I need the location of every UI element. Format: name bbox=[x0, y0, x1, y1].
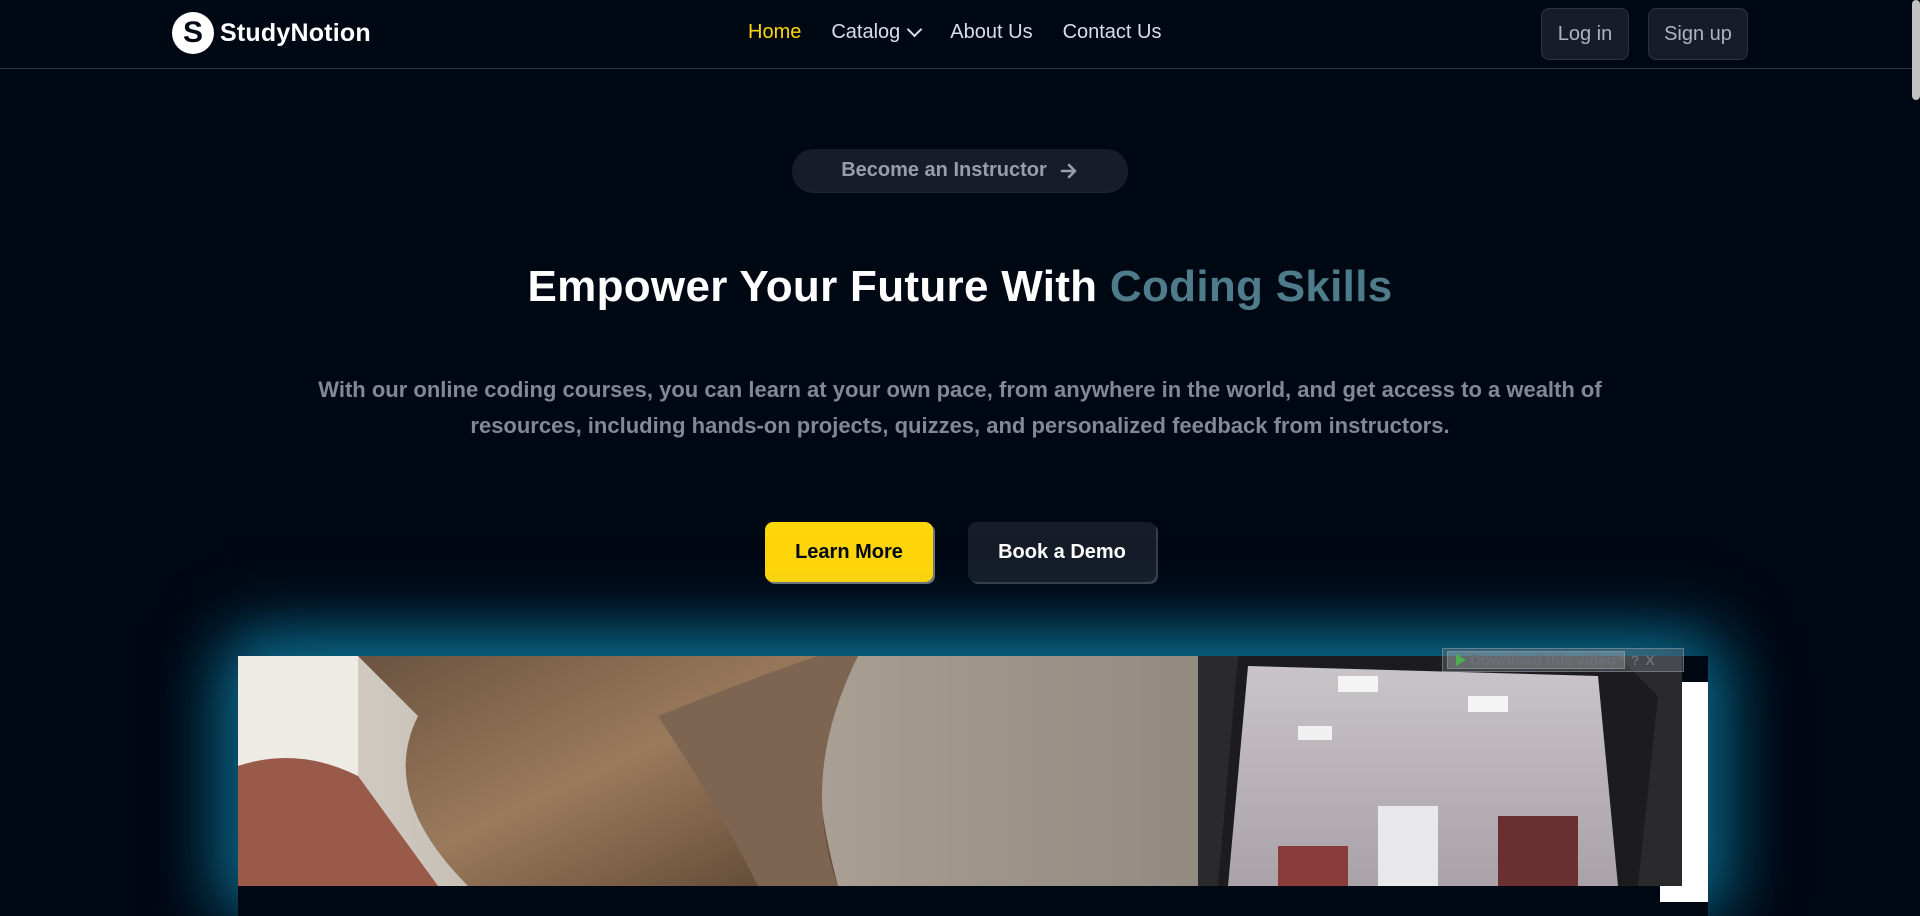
hero-title-highlight: Coding Skills bbox=[1109, 262, 1393, 311]
nav-links: Home Catalog About Us Contact Us bbox=[748, 21, 1162, 44]
login-button[interactable]: Log in bbox=[1541, 8, 1629, 60]
learn-more-button[interactable]: Learn More bbox=[765, 522, 933, 582]
nav-home[interactable]: Home bbox=[748, 21, 801, 44]
brand-name: StudyNotion bbox=[220, 18, 371, 47]
book-demo-button[interactable]: Book a Demo bbox=[968, 522, 1156, 582]
nav-catalog[interactable]: Catalog bbox=[831, 21, 923, 44]
hero-subtitle: With our online coding courses, you can … bbox=[318, 377, 1602, 438]
scrollbar-thumb[interactable] bbox=[1912, 0, 1920, 100]
arrow-right-icon bbox=[1060, 163, 1077, 178]
scrollbar[interactable] bbox=[1912, 0, 1920, 881]
download-video-label: Download this video bbox=[1470, 651, 1616, 669]
hero-video[interactable] bbox=[238, 656, 1682, 886]
logo[interactable]: S StudyNotion bbox=[172, 12, 371, 54]
chevron-down-icon bbox=[907, 21, 923, 38]
nav-catalog-label: Catalog bbox=[831, 21, 901, 43]
play-icon bbox=[1456, 654, 1466, 666]
hero-title: Empower Your Future With Coding Skills bbox=[0, 262, 1920, 312]
download-video-button[interactable]: Download this video bbox=[1447, 651, 1625, 669]
video-download-bar: Download this video ? X bbox=[1442, 648, 1684, 672]
logo-icon: S bbox=[172, 12, 214, 54]
download-close-button[interactable]: X bbox=[1645, 652, 1654, 668]
become-instructor-button[interactable]: Become an Instructor bbox=[792, 149, 1128, 192]
navbar: S StudyNotion Home Catalog About Us Cont… bbox=[0, 0, 1920, 69]
hero-title-main: Empower Your Future With bbox=[527, 262, 1110, 311]
become-instructor-label: Become an Instructor bbox=[841, 159, 1047, 181]
nav-about[interactable]: About Us bbox=[950, 21, 1032, 44]
download-help-button[interactable]: ? bbox=[1631, 652, 1640, 668]
nav-contact[interactable]: Contact Us bbox=[1063, 21, 1162, 44]
signup-button[interactable]: Sign up bbox=[1648, 8, 1748, 60]
video-frame-image bbox=[238, 656, 1682, 886]
